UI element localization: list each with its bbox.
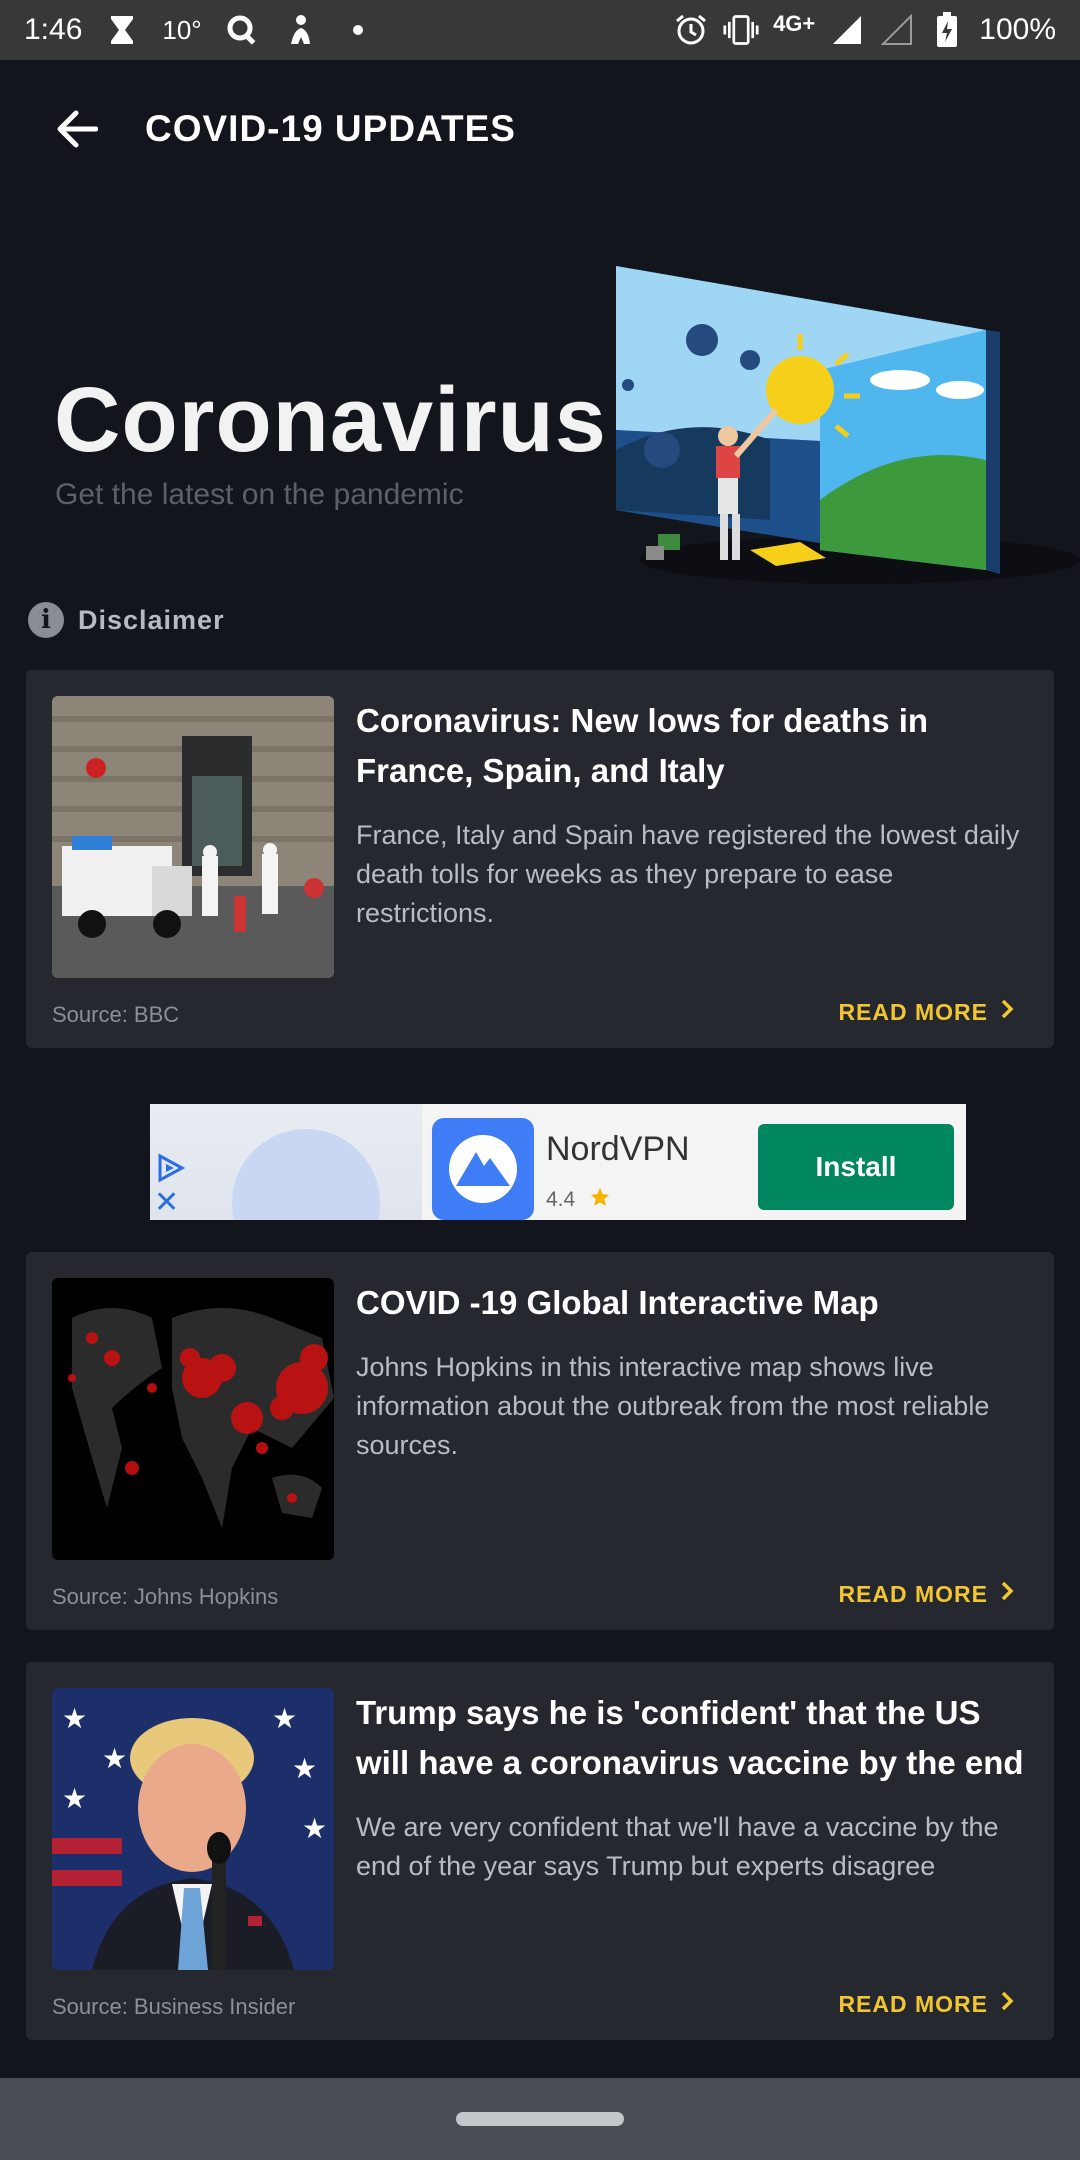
chevron-right-icon [1000, 998, 1014, 1026]
article-card[interactable]: Coronavirus: New lows for deaths in Fran… [26, 670, 1054, 1048]
signal-empty-icon [879, 12, 915, 48]
svg-text:★: ★ [302, 1812, 327, 1845]
arrow-left-icon [54, 109, 99, 154]
article-source: Source: BBC [52, 1002, 180, 1027]
vibrate-icon [723, 12, 759, 48]
ad-image [150, 1104, 422, 1220]
read-more-label: READ MORE [838, 998, 988, 1025]
svg-text:★: ★ [272, 1702, 297, 1735]
article-card[interactable]: COVID -19 Global Interactive Map Johns H… [26, 1252, 1054, 1630]
ad-rating-value: 4.4 [546, 1188, 576, 1211]
back-button[interactable] [46, 106, 106, 156]
alarm-icon [673, 12, 709, 48]
hero-title: Coronavirus [54, 369, 607, 471]
article-title[interactable]: COVID -19 Global Interactive Map [356, 1278, 1036, 1328]
hero-illustration [600, 250, 1080, 590]
adchoices-icon[interactable] [154, 1152, 186, 1184]
star-icon [589, 1186, 611, 1214]
disclaimer-label: Disclaimer [78, 604, 225, 635]
signal-icon [829, 12, 865, 48]
svg-text:★: ★ [62, 1702, 87, 1735]
battery-charging-icon [929, 12, 965, 48]
article-card[interactable]: ★ ★ ★ ★ ★ ★ Trump says he is 'confident'… [26, 1662, 1054, 2040]
svg-text:★: ★ [62, 1782, 87, 1815]
article-description: France, Italy and Spain have registered … [356, 820, 1020, 928]
ad-banner[interactable]: ✕ NordVPN 4.4 Install [150, 1104, 966, 1220]
hero-subtitle: Get the latest on the pandemic [55, 478, 464, 511]
hourglass-icon [104, 12, 140, 48]
svg-text:★: ★ [292, 1752, 317, 1785]
article-title[interactable]: Coronavirus: New lows for deaths in Fran… [356, 696, 1036, 796]
page-title: COVID-19 UPDATES [145, 108, 516, 149]
network-type: 4G+ [773, 11, 816, 36]
figure-icon [282, 12, 318, 48]
battery-percent: 100% [979, 13, 1056, 46]
article-title[interactable]: Trump says he is 'confident' that the US… [356, 1688, 1036, 1788]
disclaimer-link[interactable]: i Disclaimer [28, 602, 225, 638]
read-more-button[interactable]: READ MORE [838, 998, 1014, 1026]
home-gesture-handle[interactable] [456, 2112, 624, 2126]
navigation-bar [0, 2078, 1080, 2160]
ad-app-name: NordVPN [546, 1130, 690, 1168]
article-thumbnail [52, 1278, 334, 1560]
read-more-button[interactable]: READ MORE [838, 1990, 1014, 2018]
read-more-label: READ MORE [838, 1990, 988, 2017]
nordvpn-logo [432, 1118, 534, 1220]
install-button[interactable]: Install [758, 1124, 954, 1210]
ad-rating: 4.4 [546, 1186, 611, 1214]
article-source: Source: Johns Hopkins [52, 1584, 279, 1609]
article-description: We are very confident that we'll have a … [356, 1812, 999, 1881]
info-icon: i [28, 602, 64, 638]
svg-text:★: ★ [102, 1742, 127, 1775]
article-thumbnail [52, 696, 334, 978]
status-time: 1:46 [24, 13, 83, 46]
chevron-right-icon [1000, 1990, 1014, 2018]
status-bar: 1:46 10° 4G+ 100% [0, 0, 1080, 60]
app-bar: COVID-19 UPDATES [0, 60, 1080, 200]
chevron-right-icon [1000, 1580, 1014, 1608]
article-description: Johns Hopkins in this interactive map sh… [356, 1352, 990, 1460]
article-source: Source: Business Insider [52, 1994, 296, 2019]
search-icon [224, 12, 260, 48]
article-thumbnail: ★ ★ ★ ★ ★ ★ [52, 1688, 334, 1970]
read-more-label: READ MORE [838, 1580, 988, 1607]
close-icon[interactable]: ✕ [154, 1188, 186, 1220]
dot-icon [340, 12, 376, 48]
read-more-button[interactable]: READ MORE [838, 1580, 1014, 1608]
status-temperature: 10° [162, 14, 202, 45]
